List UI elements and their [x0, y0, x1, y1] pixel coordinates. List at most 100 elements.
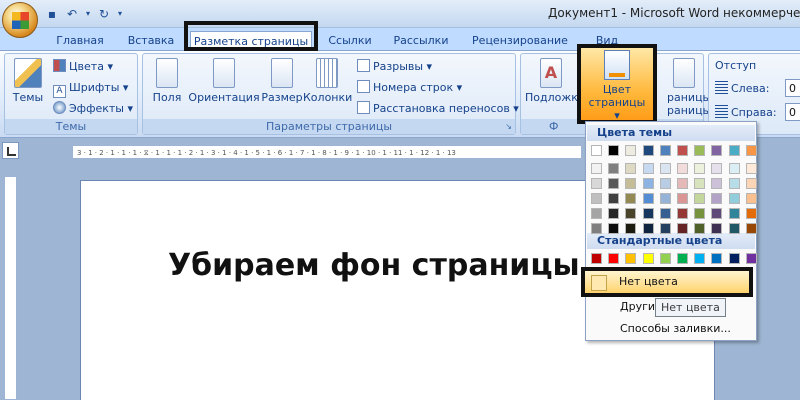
theme-color-swatch[interactable] — [711, 193, 723, 204]
theme-color-swatch[interactable] — [745, 178, 757, 189]
theme-color-swatch[interactable] — [711, 178, 723, 189]
office-button[interactable] — [2, 2, 38, 38]
theme-color-swatch[interactable] — [625, 163, 637, 174]
theme-color-swatch[interactable] — [608, 208, 620, 219]
standard-color-swatch[interactable] — [711, 253, 723, 264]
vertical-ruler[interactable] — [4, 176, 17, 400]
breaks-button[interactable]: Разрывы ▾ — [357, 58, 432, 75]
theme-color-swatch[interactable] — [728, 145, 740, 156]
tab-selector[interactable] — [2, 142, 19, 159]
theme-color-swatch[interactable] — [745, 163, 757, 174]
theme-color-swatch[interactable] — [625, 208, 637, 219]
standard-color-swatch[interactable] — [677, 253, 688, 264]
theme-color-swatch[interactable] — [625, 193, 637, 204]
standard-color-swatch[interactable] — [608, 253, 620, 264]
theme-colors-button[interactable]: Цвета ▾ — [53, 58, 113, 75]
theme-color-swatch[interactable] — [694, 223, 706, 234]
theme-color-swatch[interactable] — [677, 178, 688, 189]
theme-color-swatch[interactable] — [728, 178, 740, 189]
theme-color-swatch[interactable] — [728, 208, 740, 219]
theme-color-swatch[interactable] — [677, 223, 688, 234]
page-setup-dialog-launcher-icon[interactable]: ↘ — [505, 122, 512, 131]
line-numbers-button[interactable]: Номера строк ▾ — [357, 79, 462, 96]
theme-color-swatch[interactable] — [591, 145, 602, 156]
theme-color-swatch[interactable] — [608, 178, 620, 189]
customize-icon[interactable]: ▾ — [116, 6, 124, 22]
theme-color-swatch[interactable] — [608, 193, 620, 204]
theme-color-swatch[interactable] — [591, 178, 602, 189]
theme-color-swatch[interactable] — [608, 145, 620, 156]
theme-color-swatch[interactable] — [625, 223, 637, 234]
save-icon[interactable]: ▪ — [44, 6, 60, 22]
theme-color-swatch[interactable] — [745, 223, 757, 234]
theme-effects-button[interactable]: Эффекты ▾ — [53, 100, 133, 117]
theme-color-swatch[interactable] — [745, 145, 757, 156]
theme-color-swatch[interactable] — [625, 178, 637, 189]
theme-color-swatch[interactable] — [608, 223, 620, 234]
theme-color-swatch[interactable] — [694, 163, 706, 174]
tab-mailings[interactable]: Рассылки — [388, 31, 454, 50]
theme-color-swatch[interactable] — [591, 223, 602, 234]
document-heading[interactable]: Убираем фон страницы — [168, 248, 580, 283]
theme-color-swatch[interactable] — [677, 163, 688, 174]
theme-color-swatch[interactable] — [745, 193, 757, 204]
tab-references[interactable]: Ссылки — [322, 31, 378, 50]
theme-color-swatch[interactable] — [728, 193, 740, 204]
theme-color-swatch[interactable] — [659, 208, 671, 219]
theme-color-swatch[interactable] — [659, 145, 671, 156]
tab-insert[interactable]: Вставка — [120, 31, 182, 50]
standard-color-swatch[interactable] — [728, 253, 740, 264]
theme-color-swatch[interactable] — [711, 145, 723, 156]
standard-color-swatch[interactable] — [625, 253, 637, 264]
theme-color-swatch[interactable] — [642, 193, 654, 204]
theme-color-swatch[interactable] — [625, 145, 637, 156]
standard-color-swatch[interactable] — [591, 253, 602, 264]
theme-color-swatch[interactable] — [694, 178, 706, 189]
theme-color-swatch[interactable] — [659, 193, 671, 204]
theme-color-swatch[interactable] — [659, 178, 671, 189]
theme-color-swatch[interactable] — [677, 145, 688, 156]
no-color-item[interactable]: Нет цвета — [581, 267, 753, 297]
standard-color-swatch[interactable] — [642, 253, 654, 264]
theme-fonts-button[interactable]: A Шрифты ▾ — [53, 79, 128, 98]
theme-color-swatch[interactable] — [642, 223, 654, 234]
theme-color-swatch[interactable] — [694, 208, 706, 219]
hyphenation-button[interactable]: Расстановка переносов ▾ — [357, 100, 519, 117]
orientation-button[interactable]: Ориентация — [187, 58, 261, 104]
theme-color-swatch[interactable] — [694, 145, 706, 156]
standard-color-swatch[interactable] — [694, 253, 706, 264]
tab-review[interactable]: Рецензирование — [470, 31, 570, 50]
theme-color-swatch[interactable] — [745, 208, 757, 219]
undo-icon[interactable]: ↶ — [64, 6, 80, 22]
horizontal-ruler[interactable]: 3 · 1 · 2 · 1 · 1 · 1 · ⧖ · 1 · 1 · 1 · … — [72, 145, 582, 159]
theme-color-swatch[interactable] — [642, 208, 654, 219]
fill-effects-item[interactable]: Способы заливки... — [620, 322, 731, 335]
theme-color-swatch[interactable] — [642, 145, 654, 156]
theme-color-swatch[interactable] — [711, 208, 723, 219]
themes-button[interactable]: Темы — [7, 58, 49, 104]
more-colors-item[interactable]: Други — [620, 300, 655, 313]
theme-color-swatch[interactable] — [642, 178, 654, 189]
undo-dropdown-icon[interactable]: ▾ — [84, 6, 92, 22]
watermark-button[interactable]: A Подложк — [525, 58, 578, 104]
theme-color-swatch[interactable] — [591, 163, 602, 174]
theme-color-swatch[interactable] — [677, 193, 688, 204]
theme-color-swatch[interactable] — [677, 208, 688, 219]
page-borders-button[interactable]: раницы раницы — [667, 58, 711, 117]
tab-home[interactable]: Главная — [52, 31, 108, 50]
standard-color-swatch[interactable] — [745, 253, 757, 264]
indent-left-input[interactable]: 0 с — [785, 79, 800, 97]
theme-color-swatch[interactable] — [608, 163, 620, 174]
theme-color-swatch[interactable] — [711, 223, 723, 234]
standard-color-swatch[interactable] — [659, 253, 671, 264]
margins-button[interactable]: Поля — [149, 58, 185, 104]
size-button[interactable]: Размер — [261, 58, 303, 104]
indent-right-input[interactable]: 0 с — [785, 103, 800, 121]
redo-icon[interactable]: ↻ — [96, 6, 112, 22]
columns-button[interactable]: Колонки — [303, 58, 352, 104]
theme-color-swatch[interactable] — [728, 163, 740, 174]
theme-color-swatch[interactable] — [591, 193, 602, 204]
page-color-button[interactable]: Цвет страницы ▾ — [577, 44, 657, 124]
theme-color-swatch[interactable] — [659, 163, 671, 174]
theme-color-swatch[interactable] — [591, 208, 602, 219]
